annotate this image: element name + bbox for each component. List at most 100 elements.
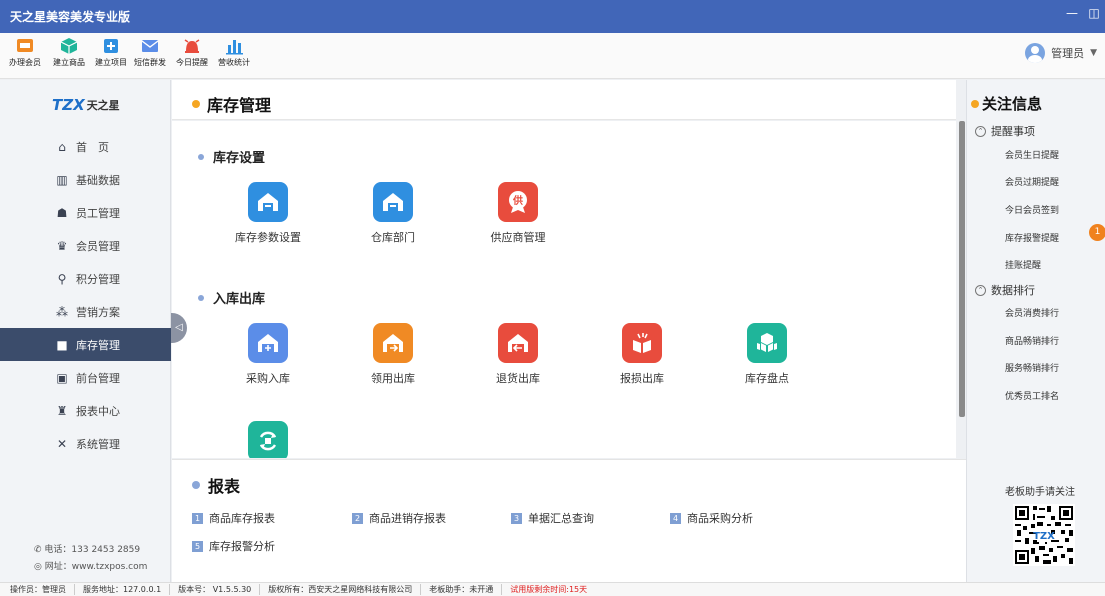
- minimize-button[interactable]: —: [1065, 6, 1079, 20]
- toolbar-member-button[interactable]: 办理会员: [2, 37, 48, 68]
- report-title-text: 报表: [208, 477, 241, 496]
- logo: TZX 天之星: [52, 96, 120, 114]
- report-number: 4: [670, 512, 681, 524]
- ranking-staff[interactable]: 优秀员工排名: [1005, 389, 1059, 402]
- ranking-product-sales[interactable]: 商品畅销排行: [1005, 334, 1059, 347]
- sidebar-item-basic-data[interactable]: ▥ 基础数据: [0, 163, 171, 196]
- toolbar-sms-button[interactable]: 短信群发: [127, 37, 173, 68]
- tile-label: 库存参数设置: [235, 231, 301, 244]
- page-title-text: 库存管理: [207, 96, 272, 115]
- group-rankings[interactable]: ⌃ 数据排行: [975, 282, 1035, 298]
- sidebar-item-reports[interactable]: ♜ 报表中心: [0, 394, 171, 427]
- reminder-badge: 1: [1089, 224, 1105, 241]
- tile-return-out[interactable]: 退货出库: [458, 323, 578, 386]
- home-icon: ⌂: [58, 139, 66, 154]
- toolbar-revenue-button[interactable]: 营收统计: [211, 37, 257, 68]
- sidebar-item-system[interactable]: ✕ 系统管理: [0, 427, 171, 460]
- supplier-glyph: 供: [512, 194, 523, 207]
- toolbar-label: 短信群发: [134, 58, 166, 67]
- tile-transfer[interactable]: [208, 421, 328, 458]
- report-link-purchase-sales[interactable]: 2 商品进销存报表: [352, 510, 446, 526]
- warehouse-icon: [248, 182, 288, 222]
- report-link-summary[interactable]: 3 单据汇总查询: [511, 510, 594, 526]
- reminder-stock-alert[interactable]: 库存报警提醒: [1005, 231, 1059, 244]
- cube-icon: [60, 38, 78, 54]
- supplier-badge-icon: 供: [498, 182, 538, 222]
- logo-mark: TZX: [52, 96, 85, 114]
- sidebar-item-staff[interactable]: ☗ 员工管理: [0, 196, 171, 229]
- tile-label: 采购入库: [246, 372, 290, 385]
- tile-label: 库存盘点: [745, 372, 789, 385]
- restore-button[interactable]: ◫: [1087, 6, 1101, 20]
- tile-requisition-out[interactable]: 领用出库: [333, 323, 453, 386]
- reminder-credit[interactable]: 挂账提醒: [1005, 258, 1041, 271]
- report-dot: [192, 481, 200, 489]
- sidebar-item-home[interactable]: ⌂ 首 页: [0, 130, 171, 163]
- status-operator: 操作员：管理员: [10, 584, 75, 595]
- toolbar-label: 营收统计: [218, 58, 250, 67]
- ranking-member-spend[interactable]: 会员消费排行: [1005, 306, 1059, 319]
- report-link-purchase-analysis[interactable]: 4 商品采购分析: [670, 510, 753, 526]
- section-title-in-out: 入库出库: [198, 288, 265, 307]
- sidebar-nav: ⌂ 首 页 ▥ 基础数据 ☗ 员工管理 ♛ 会员管理 ⚲ 积分管理 ⁂ 营销方案 ■ 库存管理…: [0, 130, 171, 460]
- tile-stocktake[interactable]: 库存盘点: [707, 323, 827, 386]
- window-title: 天之星美容美发专业版: [10, 10, 131, 24]
- sidebar: TZX 天之星 ⌂ 首 页 ▥ 基础数据 ☗ 员工管理 ♛ 会员管理 ⚲ 积分管理 ⁂ 营销…: [0, 80, 171, 582]
- box-icon: ■: [56, 337, 68, 352]
- bars-icon: ▥: [56, 172, 68, 187]
- tile-label: 供应商管理: [490, 231, 546, 244]
- tile-warehouse-dept[interactable]: 仓库部门: [333, 182, 453, 245]
- tile-inventory-params[interactable]: 库存参数设置: [208, 182, 328, 245]
- window-controls: — ◫: [1065, 6, 1101, 20]
- chevron-down-icon: ▼: [1090, 48, 1097, 58]
- report-link-label: 单据汇总查询: [528, 512, 594, 525]
- report-link-label: 商品采购分析: [687, 512, 753, 525]
- title-dot: [192, 100, 200, 108]
- sidebar-item-marketing[interactable]: ⁂ 营销方案: [0, 295, 171, 328]
- logo-text: 天之星: [86, 99, 120, 112]
- reminder-birthday[interactable]: 会员生日提醒: [1005, 148, 1059, 161]
- group-title: 数据排行: [991, 284, 1035, 297]
- bar-chart-icon: [226, 40, 243, 55]
- report-number: 5: [192, 540, 203, 552]
- warehouse-icon: [373, 182, 413, 222]
- sidebar-item-label: 前台管理: [76, 371, 120, 385]
- page-title: 库存管理: [192, 92, 271, 116]
- right-panel: 关注信息 ⌃ 提醒事项 会员生日提醒 会员过期提醒 今日会员签到 库存报警提醒 …: [966, 80, 1105, 582]
- collapse-up-icon: ⌃: [975, 284, 986, 296]
- tile-purchase-in[interactable]: 采购入库: [208, 323, 328, 386]
- sms-icon: [141, 40, 159, 52]
- tile-label: 报损出库: [620, 372, 664, 385]
- toolbar-reminder-button[interactable]: 今日提醒: [169, 37, 215, 68]
- reminder-expiry[interactable]: 会员过期提醒: [1005, 175, 1059, 188]
- report-link-alert-analysis[interactable]: 5 库存报警分析: [192, 538, 275, 554]
- sidebar-item-points[interactable]: ⚲ 积分管理: [0, 262, 171, 295]
- sidebar-item-label: 首 页: [76, 140, 109, 154]
- tile-damage-out[interactable]: 报损出库: [582, 323, 702, 386]
- report-link-stock[interactable]: 1 商品库存报表: [192, 510, 275, 526]
- report-number: 3: [511, 512, 522, 524]
- tile-label: 仓库部门: [371, 231, 415, 244]
- ranking-service-sales[interactable]: 服务畅销排行: [1005, 361, 1059, 374]
- toolbar-label: 办理会员: [9, 58, 41, 67]
- marketing-icon: ⁂: [56, 304, 68, 319]
- website-line[interactable]: ◎ 网址：www.tzxpos.com: [34, 559, 147, 576]
- sidebar-item-inventory[interactable]: ■ 库存管理: [0, 328, 171, 361]
- toolbar-product-button[interactable]: 建立商品: [46, 37, 92, 68]
- sidebar-item-front-desk[interactable]: ▣ 前台管理: [0, 361, 171, 394]
- tile-label: 领用出库: [371, 372, 415, 385]
- globe-icon: ◎: [34, 562, 45, 572]
- group-reminders[interactable]: ⌃ 提醒事项: [975, 123, 1035, 139]
- collapse-up-icon: ⌃: [975, 125, 986, 137]
- website-text: 网址：www.tzxpos.com: [44, 562, 148, 572]
- reminder-checkin[interactable]: 今日会员签到: [1005, 203, 1059, 216]
- user-name: 管理员: [1051, 47, 1085, 60]
- sidebar-item-members[interactable]: ♛ 会员管理: [0, 229, 171, 262]
- phone-icon: ✆: [34, 545, 45, 555]
- user-menu[interactable]: 管理员 ▼: [1025, 43, 1097, 63]
- group-title: 提醒事项: [991, 125, 1035, 138]
- content-scrollbar[interactable]: [959, 121, 965, 417]
- boxes-icon: [747, 323, 787, 363]
- tile-supplier[interactable]: 供 供应商管理: [458, 182, 578, 245]
- right-panel-title: 关注信息: [971, 93, 1042, 114]
